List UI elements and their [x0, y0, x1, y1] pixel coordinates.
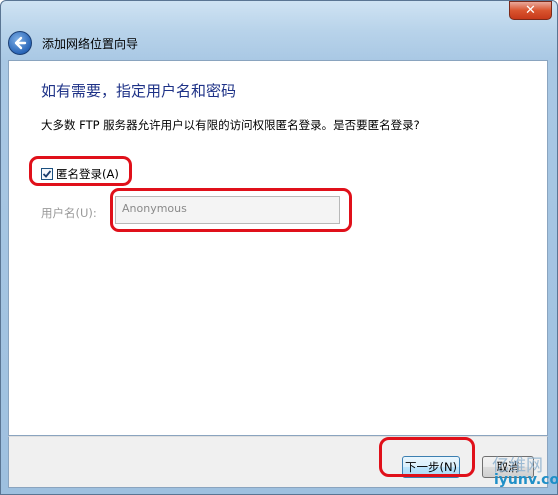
highlight-username-field: [110, 188, 352, 232]
username-label: 用户名(U):: [41, 206, 97, 220]
anonymous-question-text: 大多数 FTP 服务器允许用户以有限的访问权限匿名登录。是否要匿名登录?: [41, 118, 420, 132]
page-heading: 如有需要，指定用户名和密码: [41, 82, 237, 100]
wizard-title: 添加网络位置向导: [42, 37, 139, 51]
close-button[interactable]: ✕: [509, 1, 552, 20]
watermark-url: iyunv.com: [494, 472, 558, 488]
close-icon: ✕: [525, 3, 536, 18]
highlight-next-button: [379, 437, 475, 477]
highlight-anonymous-checkbox: [29, 156, 132, 186]
back-arrow-icon: [14, 36, 27, 50]
wizard-window: ✕ 添加网络位置向导 如有需要，指定用户名和密码 大多数 FTP 服务器允许用户…: [0, 0, 558, 495]
back-button[interactable]: [8, 31, 32, 55]
